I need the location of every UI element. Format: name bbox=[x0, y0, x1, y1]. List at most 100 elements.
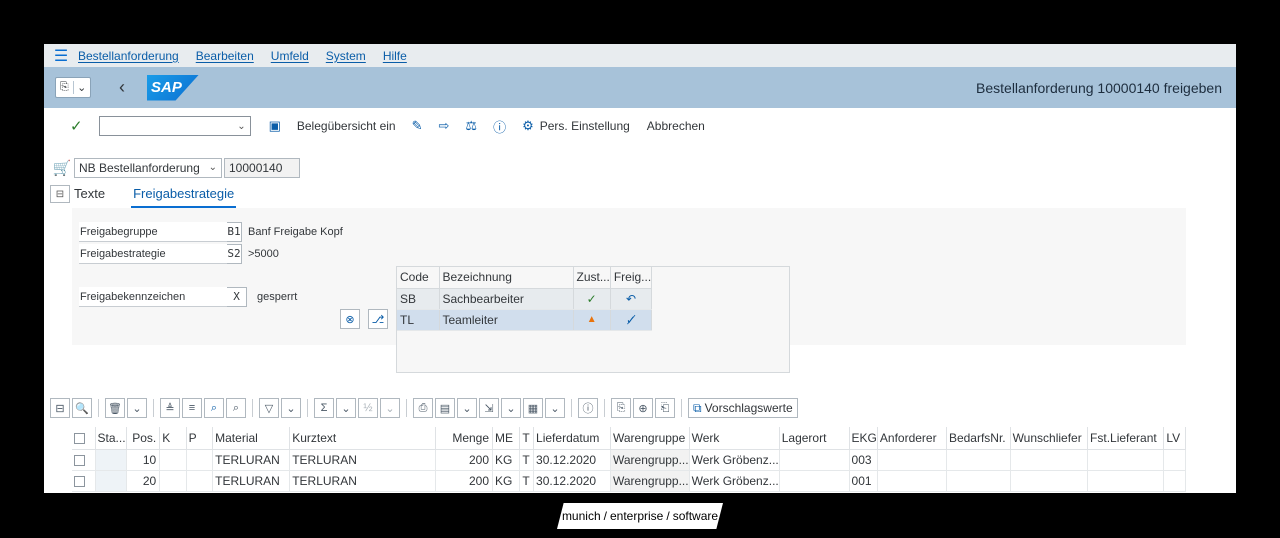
menu-item-bestellanforderung[interactable]: Bestellanforderung bbox=[78, 49, 179, 63]
balance-icon[interactable]: ⚖ bbox=[465, 118, 477, 134]
export-icon[interactable]: ⇲ bbox=[479, 398, 499, 418]
table-row[interactable]: TL Teamleiter ▲ ✓̸ bbox=[397, 309, 653, 331]
document-icon[interactable]: ⎗ bbox=[655, 398, 675, 418]
divider bbox=[153, 399, 154, 417]
shell-bar: ⎘ ⌄ ‹ SAP Bestellanforderung 10000140 fre… bbox=[44, 67, 1236, 108]
forward-icon[interactable]: ⇨ bbox=[439, 118, 450, 134]
col-zustand[interactable]: Zust... bbox=[573, 267, 611, 289]
divider bbox=[604, 399, 605, 417]
col-bedarfsnr[interactable]: BedarfsNr. bbox=[946, 427, 1011, 450]
col-fst-lieferant[interactable]: Fst.Lieferant bbox=[1087, 427, 1165, 450]
release-icon[interactable]: ✓̸ bbox=[610, 309, 653, 331]
lieferdatum-cell: 30.12.2020 bbox=[533, 449, 611, 471]
subtotal-icon[interactable]: ½ bbox=[358, 398, 378, 418]
save-icon[interactable]: ▣ bbox=[269, 118, 281, 134]
release-icon[interactable]: ✎ bbox=[412, 118, 423, 134]
divider bbox=[406, 399, 407, 417]
command-field[interactable]: ⌄ bbox=[98, 116, 251, 136]
table-row[interactable]: 20 TERLURAN TERLURAN 200 KG T 30.12.2020… bbox=[72, 470, 1186, 492]
release-strategy-field[interactable]: S2 bbox=[227, 244, 242, 264]
col-bezeichnung[interactable]: Bezeichnung bbox=[439, 267, 574, 289]
menu-item-hilfe[interactable]: Hilfe bbox=[383, 49, 407, 63]
divider bbox=[98, 399, 99, 417]
tab-texte[interactable]: Texte bbox=[74, 180, 117, 208]
account-assignment-icon[interactable]: ⊕ bbox=[633, 398, 653, 418]
chevron-down-icon[interactable]: ⌄ bbox=[127, 398, 147, 418]
col-k[interactable]: K bbox=[159, 427, 187, 450]
sort-descending-icon[interactable]: ≡ bbox=[182, 398, 202, 418]
chevron-down-icon[interactable]: ⌄ bbox=[457, 398, 477, 418]
collapse-header-icon[interactable]: ⊟ bbox=[50, 185, 70, 203]
info-icon[interactable]: ⓘ bbox=[578, 398, 598, 418]
info-icon[interactable]: ⓘ bbox=[493, 117, 506, 136]
collapse-icon[interactable]: ⊟ bbox=[50, 398, 70, 418]
print-icon[interactable]: ⎙ bbox=[413, 398, 433, 418]
menu-item-bearbeiten[interactable]: Bearbeiten bbox=[196, 49, 254, 63]
search-icon[interactable]: ⌕ bbox=[204, 398, 224, 418]
hamburger-menu-icon[interactable]: ☰ bbox=[44, 44, 78, 67]
col-menge[interactable]: Menge bbox=[435, 427, 494, 450]
release-indicator-field[interactable]: X bbox=[227, 287, 247, 307]
release-strategy-desc: >5000 bbox=[248, 248, 279, 260]
views-icon[interactable]: ▤ bbox=[435, 398, 455, 418]
col-werk[interactable]: Werk bbox=[689, 427, 780, 450]
col-p[interactable]: P bbox=[186, 427, 214, 450]
col-status[interactable]: Sta... bbox=[95, 427, 127, 450]
row-checkbox[interactable] bbox=[72, 449, 96, 471]
personal-settings-icon[interactable]: ⚙ bbox=[522, 118, 534, 134]
chevron-down-icon[interactable]: ⌄ bbox=[501, 398, 521, 418]
col-pos[interactable]: Pos. bbox=[126, 427, 161, 450]
material-cell: TERLURAN bbox=[212, 470, 291, 492]
delete-icon[interactable]: 🗑 bbox=[105, 398, 125, 418]
abbrechen-button[interactable]: Abbrechen bbox=[647, 119, 705, 133]
code-cell: TL bbox=[397, 309, 440, 331]
pers-einstellung-button[interactable]: Pers. Einstellung bbox=[540, 119, 630, 133]
menu-item-umfeld[interactable]: Umfeld bbox=[271, 49, 309, 63]
chevron-down-icon[interactable]: ⌄ bbox=[380, 398, 400, 418]
enter-check-icon[interactable]: ✓ bbox=[70, 117, 83, 135]
layout-icon[interactable]: ▦ bbox=[523, 398, 543, 418]
col-lagerort[interactable]: Lagerort bbox=[779, 427, 850, 450]
doc-number-field[interactable]: 10000140 bbox=[224, 157, 300, 178]
filter-icon[interactable]: ▽ bbox=[259, 398, 279, 418]
back-icon[interactable]: ‹ bbox=[119, 77, 125, 98]
col-kurztext[interactable]: Kurztext bbox=[289, 427, 437, 450]
search-next-icon[interactable]: ⌕ bbox=[226, 398, 246, 418]
application-toolbar: ✓ ⌄ ▣ Belegübersicht ein ✎ ⇨ ⚖ ⓘ ⚙ Pers.… bbox=[44, 108, 1236, 144]
table-row[interactable]: SB Sachbearbeiter ✓ ↶ bbox=[397, 288, 653, 310]
copy-icon[interactable]: ⎘ bbox=[611, 398, 631, 418]
col-freigabe[interactable]: Freig... bbox=[610, 267, 653, 289]
table-row[interactable]: 10 TERLURAN TERLURAN 200 KG T 30.12.2020… bbox=[72, 449, 1186, 471]
col-material[interactable]: Material bbox=[212, 427, 291, 450]
col-code[interactable]: Code bbox=[397, 267, 440, 289]
p-cell bbox=[186, 470, 214, 492]
col-lieferdatum[interactable]: Lieferdatum bbox=[533, 427, 611, 450]
col-me[interactable]: ME bbox=[492, 427, 521, 450]
col-ekg[interactable]: EKG bbox=[849, 427, 878, 450]
chevron-down-icon[interactable]: ⌄ bbox=[545, 398, 565, 418]
select-all-checkbox[interactable] bbox=[72, 427, 96, 450]
chevron-down-icon[interactable]: ⌄ bbox=[281, 398, 301, 418]
alv-toolbar: ⊟ 🔍 🗑 ⌄ ≜ ≡ ⌕ ⌕ ▽ ⌄ Σ ⌄ ½ ⌄ ⎙ ▤ ⌄ ⇲ ⌄ ▦ … bbox=[50, 396, 1230, 420]
vorschlagswerte-button[interactable]: ⧉ Vorschlagswerte bbox=[688, 398, 798, 418]
undo-release-icon[interactable]: ↶ bbox=[610, 288, 653, 310]
menu-item-system[interactable]: System bbox=[326, 49, 366, 63]
col-warengruppe[interactable]: Warengruppe bbox=[610, 427, 690, 450]
werk-cell: Werk Gröbenz... bbox=[689, 470, 780, 492]
release-options-button[interactable]: ⎇ bbox=[368, 309, 388, 329]
belegubersicht-button[interactable]: Belegübersicht ein bbox=[297, 119, 396, 133]
row-checkbox[interactable] bbox=[72, 470, 96, 492]
chevron-down-icon[interactable]: ⌄ bbox=[336, 398, 356, 418]
system-menu-button[interactable]: ⎘ ⌄ bbox=[55, 77, 91, 98]
col-lv[interactable]: LV bbox=[1163, 427, 1186, 450]
tab-freigabestrategie[interactable]: Freigabestrategie bbox=[131, 180, 237, 208]
doc-type-select[interactable]: NB Bestellanforderung ⌄ bbox=[74, 157, 222, 178]
sum-icon[interactable]: Σ bbox=[314, 398, 334, 418]
col-wunschlieferant[interactable]: Wunschliefer bbox=[1010, 427, 1089, 450]
details-icon[interactable]: 🔍 bbox=[72, 398, 92, 418]
col-t[interactable]: T bbox=[519, 427, 535, 450]
sort-ascending-icon[interactable]: ≜ bbox=[160, 398, 180, 418]
release-group-field[interactable]: B1 bbox=[227, 222, 242, 242]
col-anforderer[interactable]: Anforderer bbox=[877, 427, 947, 450]
cancel-release-button[interactable]: ⊗ bbox=[340, 309, 360, 329]
